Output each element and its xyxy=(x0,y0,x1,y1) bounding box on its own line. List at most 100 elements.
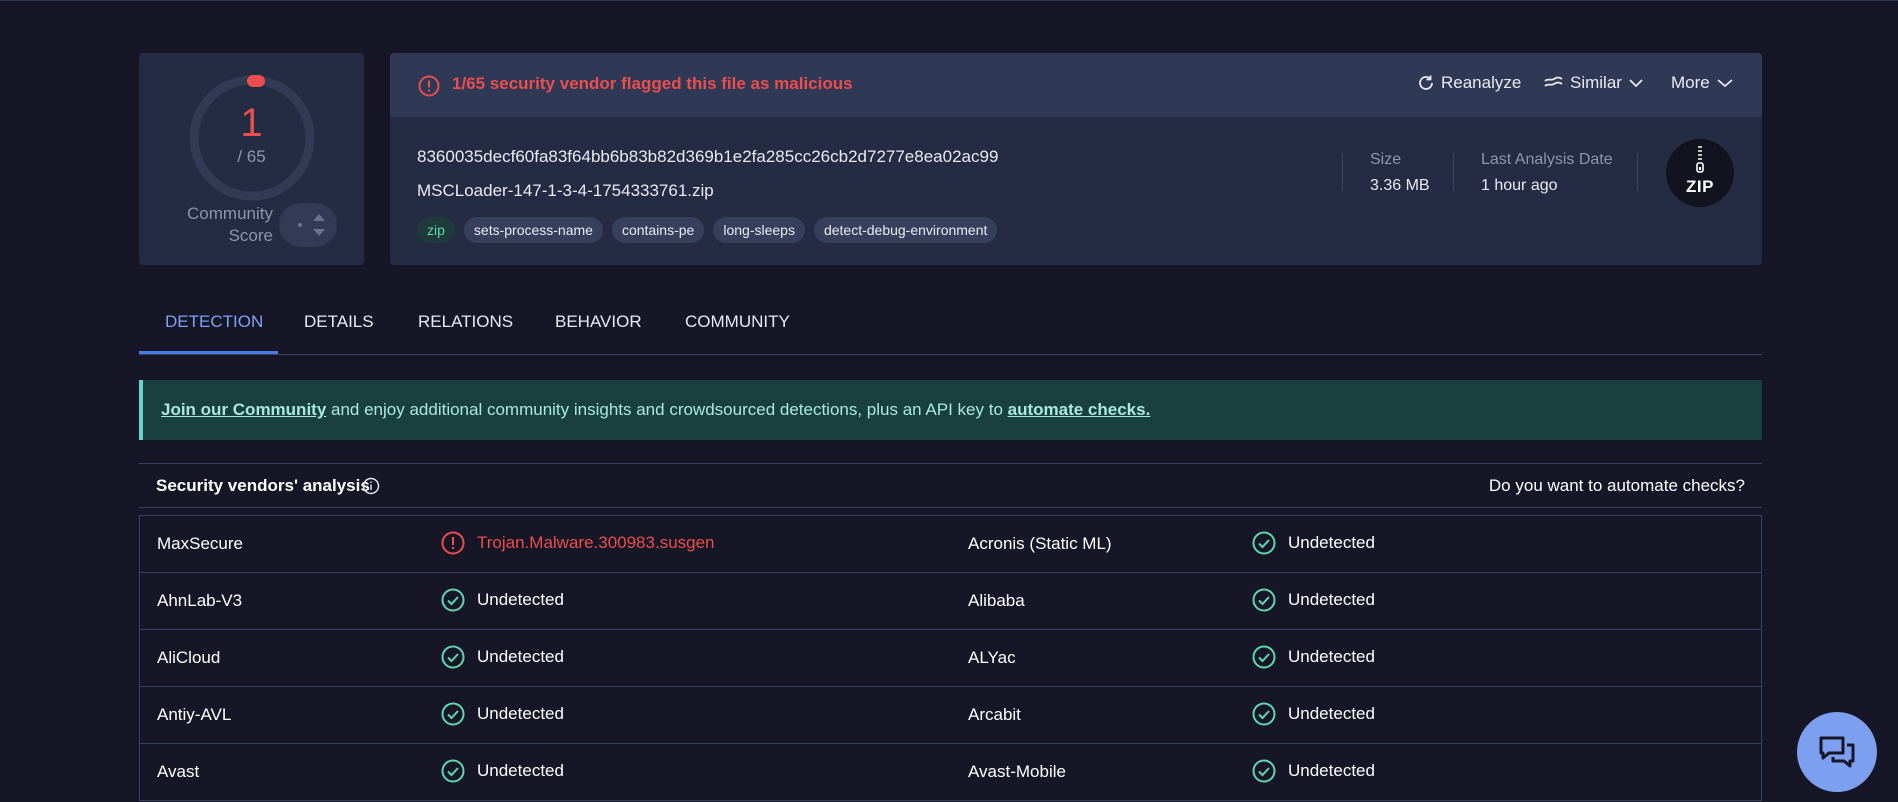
tag-sets-process-name[interactable]: sets-process-name xyxy=(463,217,603,243)
vendor-results-table: MaxSecure Trojan.Malware.300983.susgen A… xyxy=(139,515,1762,801)
table-row: Avast Undetected Avast-Mobile Undetected xyxy=(140,744,1761,801)
table-row: Antiy-AVL Undetected Arcabit Undetected xyxy=(140,687,1761,744)
table-row: AhnLab-V3 Undetected Alibaba Undetected xyxy=(140,573,1761,630)
vendor-result: Undetected xyxy=(1252,759,1375,783)
vendor-name: Antiy-AVL xyxy=(157,705,232,724)
reanalyze-label: Reanalyze xyxy=(1441,73,1522,92)
vendor-name: Avast-Mobile xyxy=(968,762,1066,781)
detection-score-card: 1 / 65 Community Score xyxy=(139,53,364,265)
reanalyze-button[interactable]: Reanalyze xyxy=(1417,73,1521,93)
divider xyxy=(1637,153,1638,191)
last-analysis-date-label: Last Analysis Date xyxy=(1481,151,1613,168)
check-circle-icon xyxy=(1252,759,1276,783)
similar-button[interactable]: Similar xyxy=(1544,73,1644,93)
chat-icon xyxy=(1819,736,1855,768)
vendor-result: Undetected xyxy=(1252,645,1375,669)
vendor-result: Undetected xyxy=(441,702,564,726)
similar-label: Similar xyxy=(1570,73,1622,92)
vendor-result: Undetected xyxy=(1252,588,1375,612)
tab-community[interactable]: COMMUNITY xyxy=(685,312,790,332)
file-name: MSCLoader-147-1-3-4-1754333761.zip xyxy=(417,181,714,200)
info-icon[interactable] xyxy=(362,477,380,495)
vendor-result: Undetected xyxy=(441,759,564,783)
community-vote-control[interactable] xyxy=(279,203,337,247)
tab-behavior[interactable]: BEHAVIOR xyxy=(555,312,642,332)
vendor-result-label: Undetected xyxy=(1288,533,1375,552)
zip-file-icon: ZIP xyxy=(1666,139,1734,207)
vendor-result-label: Undetected xyxy=(1288,590,1375,609)
vendor-result: Undetected xyxy=(1252,702,1375,726)
tab-details[interactable]: DETAILS xyxy=(304,312,374,332)
vendor-result-label: Undetected xyxy=(477,761,564,780)
tag-long-sleeps[interactable]: long-sleeps xyxy=(713,217,805,243)
tab-detection[interactable]: DETECTION xyxy=(165,312,263,332)
automate-checks-prompt[interactable]: Do you want to automate checks? xyxy=(1489,476,1745,496)
vendor-result-label: Undetected xyxy=(477,704,564,723)
vendor-result: Undetected xyxy=(441,588,564,612)
tag-zip[interactable]: zip xyxy=(417,217,455,243)
vendors-analysis-title: Security vendors' analysis xyxy=(156,476,370,495)
vendor-result-label: Undetected xyxy=(477,590,564,609)
top-border xyxy=(0,0,1898,1)
vendor-result: Undetected xyxy=(1252,531,1375,555)
community-score-label: Community Score xyxy=(187,204,273,245)
tag-contains-pe[interactable]: contains-pe xyxy=(611,217,705,243)
vendor-result: Undetected xyxy=(441,645,564,669)
vendor-name: Acronis (Static ML) xyxy=(968,534,1112,553)
exclamation-circle-icon xyxy=(418,75,440,97)
vendor-result-label: Undetected xyxy=(1288,761,1375,780)
vendor-name: AliCloud xyxy=(157,648,221,667)
check-circle-icon xyxy=(441,645,465,669)
check-circle-icon xyxy=(1252,702,1276,726)
alert-message: 1/65 security vendor flagged this file a… xyxy=(452,74,853,93)
upvote-arrow-icon[interactable] xyxy=(313,214,325,221)
detection-count: 1 xyxy=(240,101,263,145)
chat-button[interactable] xyxy=(1797,712,1877,792)
community-banner: Join our Community and enjoy additional … xyxy=(139,380,1762,440)
file-type-label: ZIP xyxy=(1686,177,1714,196)
vote-value xyxy=(298,223,302,227)
vendors-analysis-header: Security vendors' analysis Do you want t… xyxy=(139,463,1762,508)
automate-checks-link[interactable]: automate checks. xyxy=(1008,400,1151,419)
chevron-down-icon xyxy=(1629,79,1643,88)
vendor-result: Trojan.Malware.300983.susgen xyxy=(441,531,715,555)
file-tags: zip sets-process-name contains-pe long-s… xyxy=(417,217,998,243)
vendor-name: Arcabit xyxy=(968,705,1021,724)
divider xyxy=(1453,153,1454,191)
table-row: MaxSecure Trojan.Malware.300983.susgen A… xyxy=(140,516,1761,573)
more-button[interactable]: More xyxy=(1671,73,1734,93)
vendor-name: AhnLab-V3 xyxy=(157,591,243,610)
join-community-link[interactable]: Join our Community xyxy=(161,400,326,419)
check-circle-icon xyxy=(1252,645,1276,669)
tab-relations[interactable]: RELATIONS xyxy=(418,312,513,332)
vendor-name: Avast xyxy=(157,762,200,781)
active-tab-indicator xyxy=(139,351,278,354)
alert-header: 1/65 security vendor flagged this file a… xyxy=(390,53,1762,117)
divider xyxy=(1342,153,1343,191)
last-analysis-date-value: 1 hour ago xyxy=(1481,177,1558,194)
chevron-down-icon xyxy=(1717,79,1733,88)
file-hash[interactable]: 8360035decf60fa83f64bb6b83b82d369b1e2fa2… xyxy=(417,147,998,167)
size-label: Size xyxy=(1370,151,1402,168)
banner-text: Join our Community and enjoy additional … xyxy=(161,400,1150,420)
vendor-name: ALYac xyxy=(968,648,1016,667)
check-circle-icon xyxy=(441,702,465,726)
tag-detect-debug-environment[interactable]: detect-debug-environment xyxy=(813,217,998,243)
size-value: 3.36 MB xyxy=(1370,177,1430,194)
vendor-name: Alibaba xyxy=(968,591,1025,610)
check-circle-icon xyxy=(441,588,465,612)
downvote-arrow-icon[interactable] xyxy=(313,229,325,236)
vendor-result-label: Undetected xyxy=(1288,704,1375,723)
similar-icon xyxy=(1544,76,1563,87)
refresh-icon xyxy=(1419,75,1433,90)
vendor-result-label: Undetected xyxy=(1288,647,1375,666)
vendor-name: MaxSecure xyxy=(157,534,243,553)
main-tabs: DETECTION DETAILS RELATIONS BEHAVIOR COM… xyxy=(139,296,1762,355)
vendor-result-label: Trojan.Malware.300983.susgen xyxy=(477,533,715,552)
check-circle-icon xyxy=(1252,531,1276,555)
banner-message: and enjoy additional community insights … xyxy=(326,400,1008,419)
table-row: AliCloud Undetected ALYac Undetected xyxy=(140,630,1761,687)
vendor-total: / 65 xyxy=(237,147,266,166)
file-info-card: 1/65 security vendor flagged this file a… xyxy=(390,53,1762,265)
exclamation-circle-icon xyxy=(441,531,465,555)
